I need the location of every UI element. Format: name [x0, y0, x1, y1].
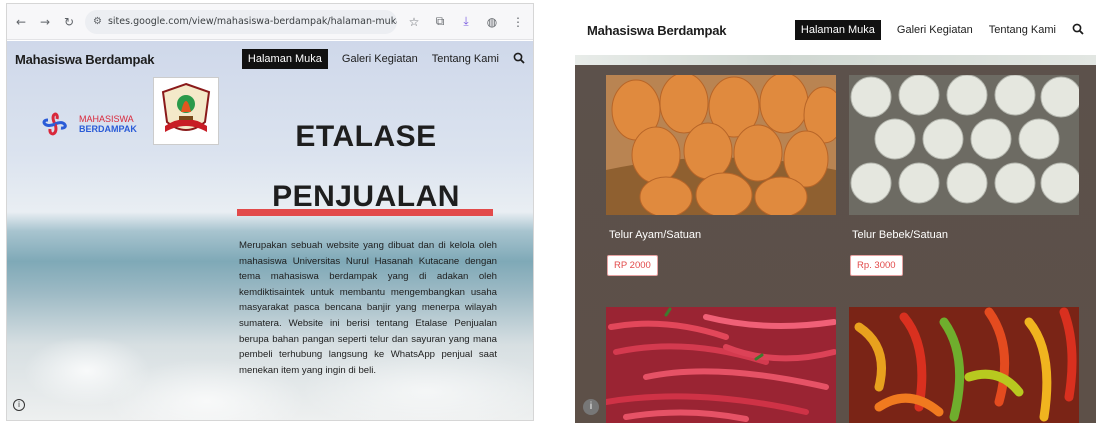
banner-strip [575, 55, 1096, 65]
back-icon[interactable]: ← [13, 15, 29, 29]
info-icon[interactable]: i [13, 399, 25, 411]
nav-gallery-2[interactable]: Galeri Kegiatan [897, 24, 973, 36]
extensions-icon[interactable]: ⧉ [431, 14, 449, 29]
nav-gallery[interactable]: Galeri Kegiatan [342, 53, 418, 65]
site-header: Mahasiswa Berdampak Halaman Muka Galeri … [7, 41, 533, 77]
site-nav-2: Halaman Muka Galeri Kegiatan Tentang Kam… [794, 20, 1084, 40]
product-page: Mahasiswa Berdampak Halaman Muka Galeri … [575, 5, 1096, 423]
product-grid: Telur Ayam/Satuan Telur Bebek/Satuan RP … [575, 65, 1096, 423]
mahasiswa-berdampak-logo: MAHASISWA BERDAMPAK [37, 109, 137, 139]
site-header-2: Mahasiswa Berdampak Halaman Muka Galeri … [575, 5, 1096, 55]
nav-home-2[interactable]: Halaman Muka [794, 20, 881, 40]
hero-divider [237, 209, 493, 216]
nav-about-2[interactable]: Tentang Kami [989, 24, 1056, 36]
nav-home[interactable]: Halaman Muka [241, 49, 328, 69]
red-chili-image[interactable] [606, 307, 836, 423]
forward-icon[interactable]: → [37, 15, 53, 29]
site-brand-2[interactable]: Mahasiswa Berdampak [587, 23, 726, 38]
duck-eggs-image[interactable] [849, 75, 1079, 215]
logo-word-1b: SISWA [105, 114, 134, 124]
reload-icon[interactable]: ↻ [61, 15, 77, 29]
download-icon[interactable]: ⤓ [457, 14, 475, 29]
nav-about[interactable]: Tentang Kami [432, 53, 499, 65]
star-icon[interactable]: ☆ [405, 15, 423, 29]
chicken-eggs-image[interactable] [606, 75, 836, 215]
info-icon-2[interactable]: i [583, 399, 599, 415]
kebab-menu-icon[interactable]: ⋮ [509, 15, 527, 29]
url-text: sites.google.com/view/mahasiswa-berdampa… [107, 16, 397, 27]
product-name-1[interactable]: Telur Ayam/Satuan [609, 229, 701, 241]
university-crest-icon [153, 77, 219, 145]
browser-toolbar: ← → ↻ ⚙ sites.google.com/view/mahasiswa-… [7, 4, 533, 40]
product-name-2[interactable]: Telur Bebek/Satuan [852, 229, 948, 241]
homepage: Mahasiswa Berdampak Halaman Muka Galeri … [7, 41, 533, 420]
product-price-1[interactable]: RP 2000 [607, 255, 658, 276]
site-nav: Halaman Muka Galeri Kegiatan Tentang Kam… [241, 49, 525, 69]
address-bar[interactable]: ⚙ sites.google.com/view/mahasiswa-berdam… [85, 9, 397, 34]
search-icon[interactable] [513, 52, 525, 67]
search-icon-2[interactable] [1072, 23, 1084, 38]
hero-description: Merupakan sebuah website yang dibuat dan… [239, 240, 497, 376]
logo-word-2: BERDAMPAK [79, 124, 137, 134]
site-brand[interactable]: Mahasiswa Berdampak [15, 52, 154, 67]
product-price-2[interactable]: Rp. 3000 [850, 255, 903, 276]
tune-icon[interactable]: ⚙ [93, 16, 102, 27]
logo-mark-icon [42, 112, 67, 136]
composite-screenshot: ← → ↻ ⚙ sites.google.com/view/mahasiswa-… [0, 0, 1096, 423]
profile-icon[interactable]: ◍ [483, 15, 501, 29]
logo-word-1: MAHA [79, 114, 106, 124]
mixed-chili-image[interactable] [849, 307, 1079, 423]
hero-title-line-1: ETALASE [295, 120, 437, 153]
hero-title-line-2: PENJUALAN [272, 180, 460, 213]
browser-window: ← → ↻ ⚙ sites.google.com/view/mahasiswa-… [6, 3, 534, 421]
